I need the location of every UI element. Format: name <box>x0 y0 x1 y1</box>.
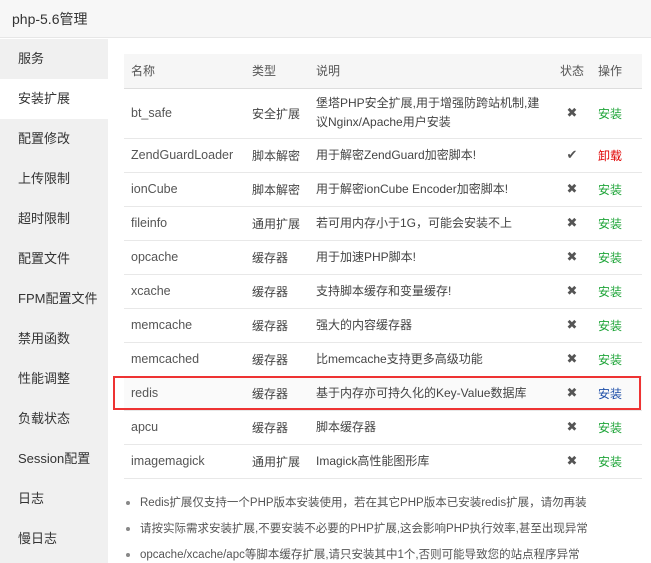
col-header-action: 操作 <box>591 54 642 89</box>
ext-name: bt_safe <box>124 88 245 139</box>
ext-type: 缓存器 <box>245 240 309 275</box>
ext-name: ionCube <box>124 172 245 207</box>
status-not-installed-icon: ✖ <box>553 308 591 343</box>
window-title: php-5.6管理 <box>0 0 651 38</box>
status-not-installed-icon: ✖ <box>553 206 591 241</box>
table-row-redis: redis 缓存器 基于内存亦可持久化的Key-Value数据库 ✖ 安装 <box>124 376 642 411</box>
sidebar-item-install-extensions[interactable]: 安装扩展 <box>0 79 108 119</box>
notes-list: Redis扩展仅支持一个PHP版本安装使用，若在其它PHP版本已安装redis扩… <box>124 490 644 563</box>
ext-desc: Imagick高性能图形库 <box>309 444 553 479</box>
ext-name: fileinfo <box>124 206 245 241</box>
ext-desc: 若可用内存小于1G，可能会安装不上 <box>309 206 553 241</box>
sidebar-item-slow-log[interactable]: 慢日志 <box>0 519 108 559</box>
ext-type: 通用扩展 <box>245 206 309 241</box>
table-header-row: 名称 类型 说明 状态 操作 <box>124 54 642 89</box>
ext-type: 安全扩展 <box>245 88 309 139</box>
col-header-status: 状态 <box>553 54 591 89</box>
ext-desc: 比memcache支持更多高级功能 <box>309 342 553 377</box>
table-row: bt_safe 安全扩展 堡塔PHP安全扩展,用于增强防跨站机制,建议Nginx… <box>124 88 642 139</box>
ext-desc: 强大的内容缓存器 <box>309 308 553 343</box>
ext-desc: 堡塔PHP安全扩展,用于增强防跨站机制,建议Nginx/Apache用户安装 <box>309 88 553 139</box>
install-button[interactable]: 安装 <box>598 183 622 197</box>
ext-desc: 支持脚本缓存和变量缓存! <box>309 274 553 309</box>
sidebar-item-session-config[interactable]: Session配置 <box>0 439 108 479</box>
sidebar-item-upload-limit[interactable]: 上传限制 <box>0 159 108 199</box>
col-header-desc: 说明 <box>309 54 553 89</box>
sidebar-item-fpm-config-file[interactable]: FPM配置文件 <box>0 279 108 319</box>
ext-type: 缓存器 <box>245 410 309 445</box>
sidebar-item-performance-tuning[interactable]: 性能调整 <box>0 359 108 399</box>
ext-type: 缓存器 <box>245 308 309 343</box>
ext-type: 缓存器 <box>245 274 309 309</box>
ext-name: memcached <box>124 342 245 377</box>
sidebar-item-service[interactable]: 服务 <box>0 39 108 79</box>
ext-desc: 用于加速PHP脚本! <box>309 240 553 275</box>
table-row: apcu 缓存器 脚本缓存器 ✖ 安装 <box>124 410 642 445</box>
table-row: fileinfo 通用扩展 若可用内存小于1G，可能会安装不上 ✖ 安装 <box>124 206 642 241</box>
ext-name: opcache <box>124 240 245 275</box>
status-not-installed-icon: ✖ <box>553 88 591 139</box>
install-redis-button[interactable]: 安装 <box>598 387 622 401</box>
install-button[interactable]: 安装 <box>598 353 622 367</box>
ext-type: 脚本解密 <box>245 138 309 173</box>
status-not-installed-icon: ✖ <box>553 444 591 479</box>
sidebar-item-disabled-functions[interactable]: 禁用函数 <box>0 319 108 359</box>
ext-desc: 基于内存亦可持久化的Key-Value数据库 <box>309 376 553 411</box>
install-button[interactable]: 安装 <box>598 285 622 299</box>
ext-desc: 脚本缓存器 <box>309 410 553 445</box>
ext-name: imagemagick <box>124 444 245 479</box>
install-button[interactable]: 安装 <box>598 319 622 333</box>
sidebar-item-config-edit[interactable]: 配置修改 <box>0 119 108 159</box>
extensions-table: 名称 类型 说明 状态 操作 bt_safe 安全扩展 堡塔PHP安全扩展,用于… <box>124 54 642 479</box>
ext-name: apcu <box>124 410 245 445</box>
note-item: opcache/xcache/apc等脚本缓存扩展,请只安装其中1个,否则可能导… <box>124 542 644 563</box>
extensions-panel: 名称 类型 说明 状态 操作 bt_safe 安全扩展 堡塔PHP安全扩展,用于… <box>124 54 642 479</box>
status-not-installed-icon: ✖ <box>553 410 591 445</box>
ext-type: 缓存器 <box>245 376 309 411</box>
table-row: memcached 缓存器 比memcache支持更多高级功能 ✖ 安装 <box>124 342 642 377</box>
install-button[interactable]: 安装 <box>598 455 622 469</box>
status-not-installed-icon: ✖ <box>553 240 591 275</box>
sidebar-item-log[interactable]: 日志 <box>0 479 108 519</box>
table-row: opcache 缓存器 用于加速PHP脚本! ✖ 安装 <box>124 240 642 275</box>
status-not-installed-icon: ✖ <box>553 274 591 309</box>
ext-name: ZendGuardLoader <box>124 138 245 173</box>
sidebar: 服务 安装扩展 配置修改 上传限制 超时限制 配置文件 FPM配置文件 禁用函数… <box>0 39 108 563</box>
status-not-installed-icon: ✖ <box>553 172 591 207</box>
table-row: ionCube 脚本解密 用于解密ionCube Encoder加密脚本! ✖ … <box>124 172 642 207</box>
col-header-type: 类型 <box>245 54 309 89</box>
ext-name: memcache <box>124 308 245 343</box>
install-button[interactable]: 安装 <box>598 217 622 231</box>
sidebar-item-load-status[interactable]: 负载状态 <box>0 399 108 439</box>
sidebar-item-timeout-limit[interactable]: 超时限制 <box>0 199 108 239</box>
uninstall-button[interactable]: 卸载 <box>598 149 622 163</box>
table-row: xcache 缓存器 支持脚本缓存和变量缓存! ✖ 安装 <box>124 274 642 309</box>
status-not-installed-icon: ✖ <box>553 376 591 411</box>
install-button[interactable]: 安装 <box>598 421 622 435</box>
note-item: 请按实际需求安装扩展,不要安装不必要的PHP扩展,这会影响PHP执行效率,甚至出… <box>124 516 644 542</box>
sidebar-item-config-file[interactable]: 配置文件 <box>0 239 108 279</box>
ext-type: 缓存器 <box>245 342 309 377</box>
table-row: memcache 缓存器 强大的内容缓存器 ✖ 安装 <box>124 308 642 343</box>
install-button[interactable]: 安装 <box>598 107 622 121</box>
status-installed-icon: ✔ <box>553 138 591 173</box>
status-not-installed-icon: ✖ <box>553 342 591 377</box>
ext-type: 通用扩展 <box>245 444 309 479</box>
col-header-name: 名称 <box>124 54 245 89</box>
ext-name: redis <box>124 376 245 411</box>
install-button[interactable]: 安装 <box>598 251 622 265</box>
ext-type: 脚本解密 <box>245 172 309 207</box>
table-row: imagemagick 通用扩展 Imagick高性能图形库 ✖ 安装 <box>124 444 642 479</box>
php-manager-window: php-5.6管理 服务 安装扩展 配置修改 上传限制 超时限制 配置文件 FP… <box>0 0 651 563</box>
table-row: ZendGuardLoader 脚本解密 用于解密ZendGuard加密脚本! … <box>124 138 642 173</box>
ext-name: xcache <box>124 274 245 309</box>
note-item: Redis扩展仅支持一个PHP版本安装使用，若在其它PHP版本已安装redis扩… <box>124 490 644 516</box>
ext-desc: 用于解密ionCube Encoder加密脚本! <box>309 172 553 207</box>
ext-desc: 用于解密ZendGuard加密脚本! <box>309 138 553 173</box>
